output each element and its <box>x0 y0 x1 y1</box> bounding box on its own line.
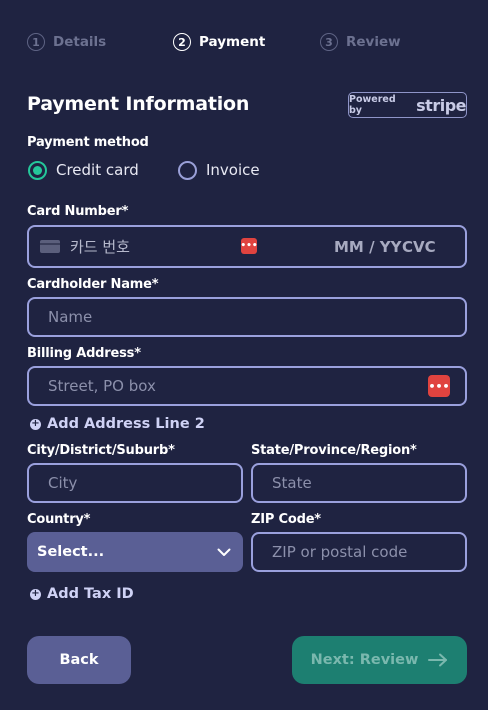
back-button-label: Back <box>59 652 99 668</box>
card-number-input[interactable]: 카드 번호 <box>70 236 130 257</box>
powered-by-text: Powered by <box>349 94 396 116</box>
state-label: State/Province/Region* <box>251 443 417 458</box>
city-field[interactable]: City <box>27 463 243 503</box>
step-payment[interactable]: 2 Payment <box>173 33 265 51</box>
zip-code-input[interactable]: ZIP or postal code <box>272 543 407 561</box>
step-label: Review <box>346 34 401 50</box>
next-button-label: Next: Review <box>310 652 419 668</box>
city-label: City/District/Suburb* <box>27 443 175 458</box>
card-number-label: Card Number* <box>27 204 129 219</box>
radio-label: Invoice <box>206 161 260 179</box>
add-tax-id-link[interactable]: + Add Tax ID <box>30 585 134 603</box>
back-button[interactable]: Back <box>27 636 131 684</box>
plus-circle-icon: + <box>30 418 41 430</box>
stripe-logo: stripe <box>416 95 466 115</box>
zip-code-field[interactable]: ZIP or postal code <box>251 532 467 572</box>
next-review-button[interactable]: Next: Review <box>292 636 467 684</box>
card-number-field[interactable]: 카드 번호 ••• MM / YY CVC <box>27 225 467 268</box>
cardholder-name-field[interactable]: Name <box>27 297 467 337</box>
payment-method-label: Payment method <box>27 135 149 150</box>
expiry-input[interactable]: MM / YY <box>334 238 402 256</box>
card-icon <box>40 240 60 253</box>
state-input[interactable]: State <box>272 474 312 492</box>
country-label: Country* <box>27 512 91 527</box>
add-address-line-link[interactable]: + Add Address Line 2 <box>30 415 205 433</box>
radio-unchecked-icon <box>178 160 197 180</box>
radio-invoice[interactable]: Invoice <box>178 160 260 180</box>
radio-label: Credit card <box>56 161 139 179</box>
powered-by-stripe-badge[interactable]: Powered by stripe <box>348 92 467 118</box>
state-field[interactable]: State <box>251 463 467 503</box>
country-select[interactable]: Select... <box>27 532 243 572</box>
zip-label: ZIP Code* <box>251 512 321 527</box>
radio-credit-card[interactable]: Credit card <box>28 160 139 180</box>
page-title: Payment Information <box>27 93 250 115</box>
step-review[interactable]: 3 Review <box>320 33 401 51</box>
password-manager-icon[interactable]: ••• <box>428 375 450 397</box>
plus-circle-icon: + <box>30 588 41 600</box>
arrow-right-icon <box>428 653 448 667</box>
radio-checked-icon <box>28 160 47 180</box>
billing-address-field[interactable]: Street, PO box ••• <box>27 366 467 406</box>
password-manager-icon[interactable]: ••• <box>240 238 258 254</box>
country-select-value: Select... <box>37 544 105 560</box>
step-details[interactable]: 1 Details <box>27 33 106 51</box>
cardholder-label: Cardholder Name* <box>27 277 159 292</box>
city-input[interactable]: City <box>48 474 77 492</box>
add-address-line-label: Add Address Line 2 <box>47 416 205 432</box>
billing-address-label: Billing Address* <box>27 346 141 361</box>
step-number: 3 <box>320 33 338 51</box>
billing-address-input[interactable]: Street, PO box <box>48 377 156 395</box>
cvc-input[interactable]: CVC <box>402 238 436 256</box>
cardholder-name-input[interactable]: Name <box>48 308 92 326</box>
step-label: Payment <box>199 34 266 50</box>
step-number: 2 <box>173 33 191 51</box>
step-label: Details <box>53 34 107 50</box>
chevron-down-icon <box>217 548 231 556</box>
add-tax-id-label: Add Tax ID <box>47 586 134 602</box>
step-number: 1 <box>27 33 45 51</box>
